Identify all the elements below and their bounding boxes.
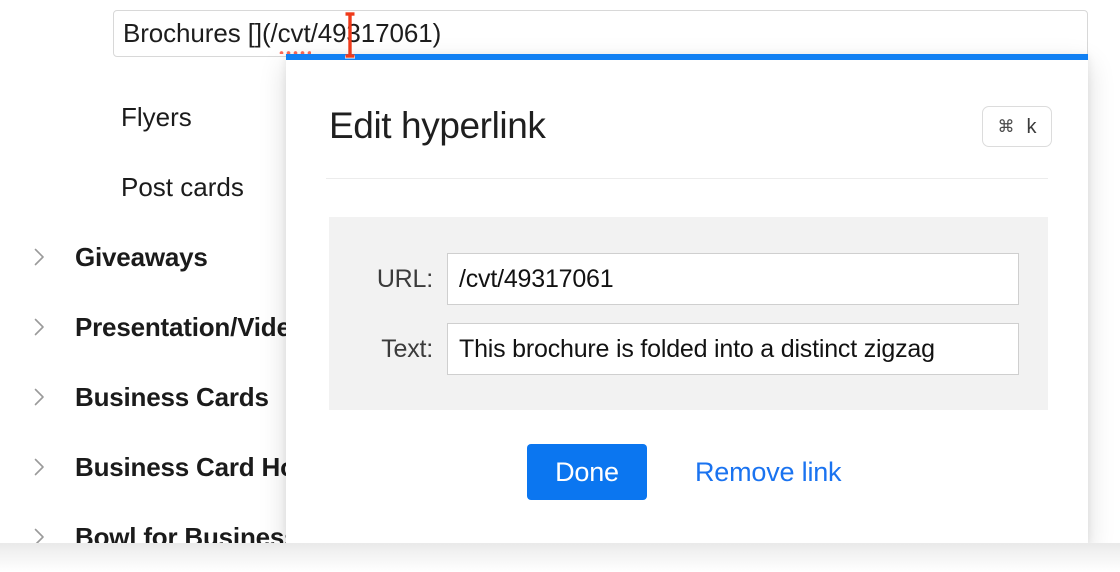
command-key-icon: ⌘ [997,117,1015,136]
dialog-divider [326,178,1048,179]
chevron-right-icon[interactable] [32,247,46,267]
chevron-right-icon[interactable] [32,457,46,477]
url-field-label: URL: [376,264,433,293]
text-input[interactable]: This brochure is folded into a distinct … [447,323,1019,375]
done-button[interactable]: Done [527,444,647,500]
keyboard-shortcut-badge: ⌘ k [982,106,1052,147]
dialog-accent-bar [286,54,1088,60]
document-title-input[interactable]: Brochures [](/cvt/49317061) [113,10,1088,57]
remove-link-button[interactable]: Remove link [695,457,842,488]
text-field-row: Text: This brochure is folded into a dis… [329,323,1048,375]
outline-item-label: Post cards [121,171,244,202]
edit-hyperlink-dialog: Edit hyperlink ⌘ k URL: /cvt/49317061 Te… [286,54,1088,543]
text-field-label: Text: [381,334,433,363]
outline-item-label: Presentation/Video [75,311,307,342]
url-input[interactable]: /cvt/49317061 [447,253,1019,305]
dialog-bottom-shade [0,543,1120,572]
outline-item-label: Flyers [121,101,192,132]
dialog-title: Edit hyperlink [329,105,546,146]
title-suffix: /49317061) [310,18,442,48]
document-title-text: Brochures [](/cvt/49317061) [123,18,442,54]
dialog-header: Edit hyperlink ⌘ k [329,100,1052,152]
url-field-row: URL: /cvt/49317061 [329,253,1048,305]
title-prefix: Brochures [](/ [123,18,278,48]
misspelled-word-cvt: cvt [277,18,311,54]
dialog-fields-panel: URL: /cvt/49317061 Text: This brochure i… [329,217,1048,410]
outline-item-label: Business Cards [75,381,269,412]
shortcut-letter: k [1026,115,1037,138]
dialog-actions: Done Remove link [527,444,842,500]
outline-item-label: Giveaways [75,241,208,272]
chevron-right-icon[interactable] [32,387,46,407]
chevron-right-icon[interactable] [32,317,46,337]
